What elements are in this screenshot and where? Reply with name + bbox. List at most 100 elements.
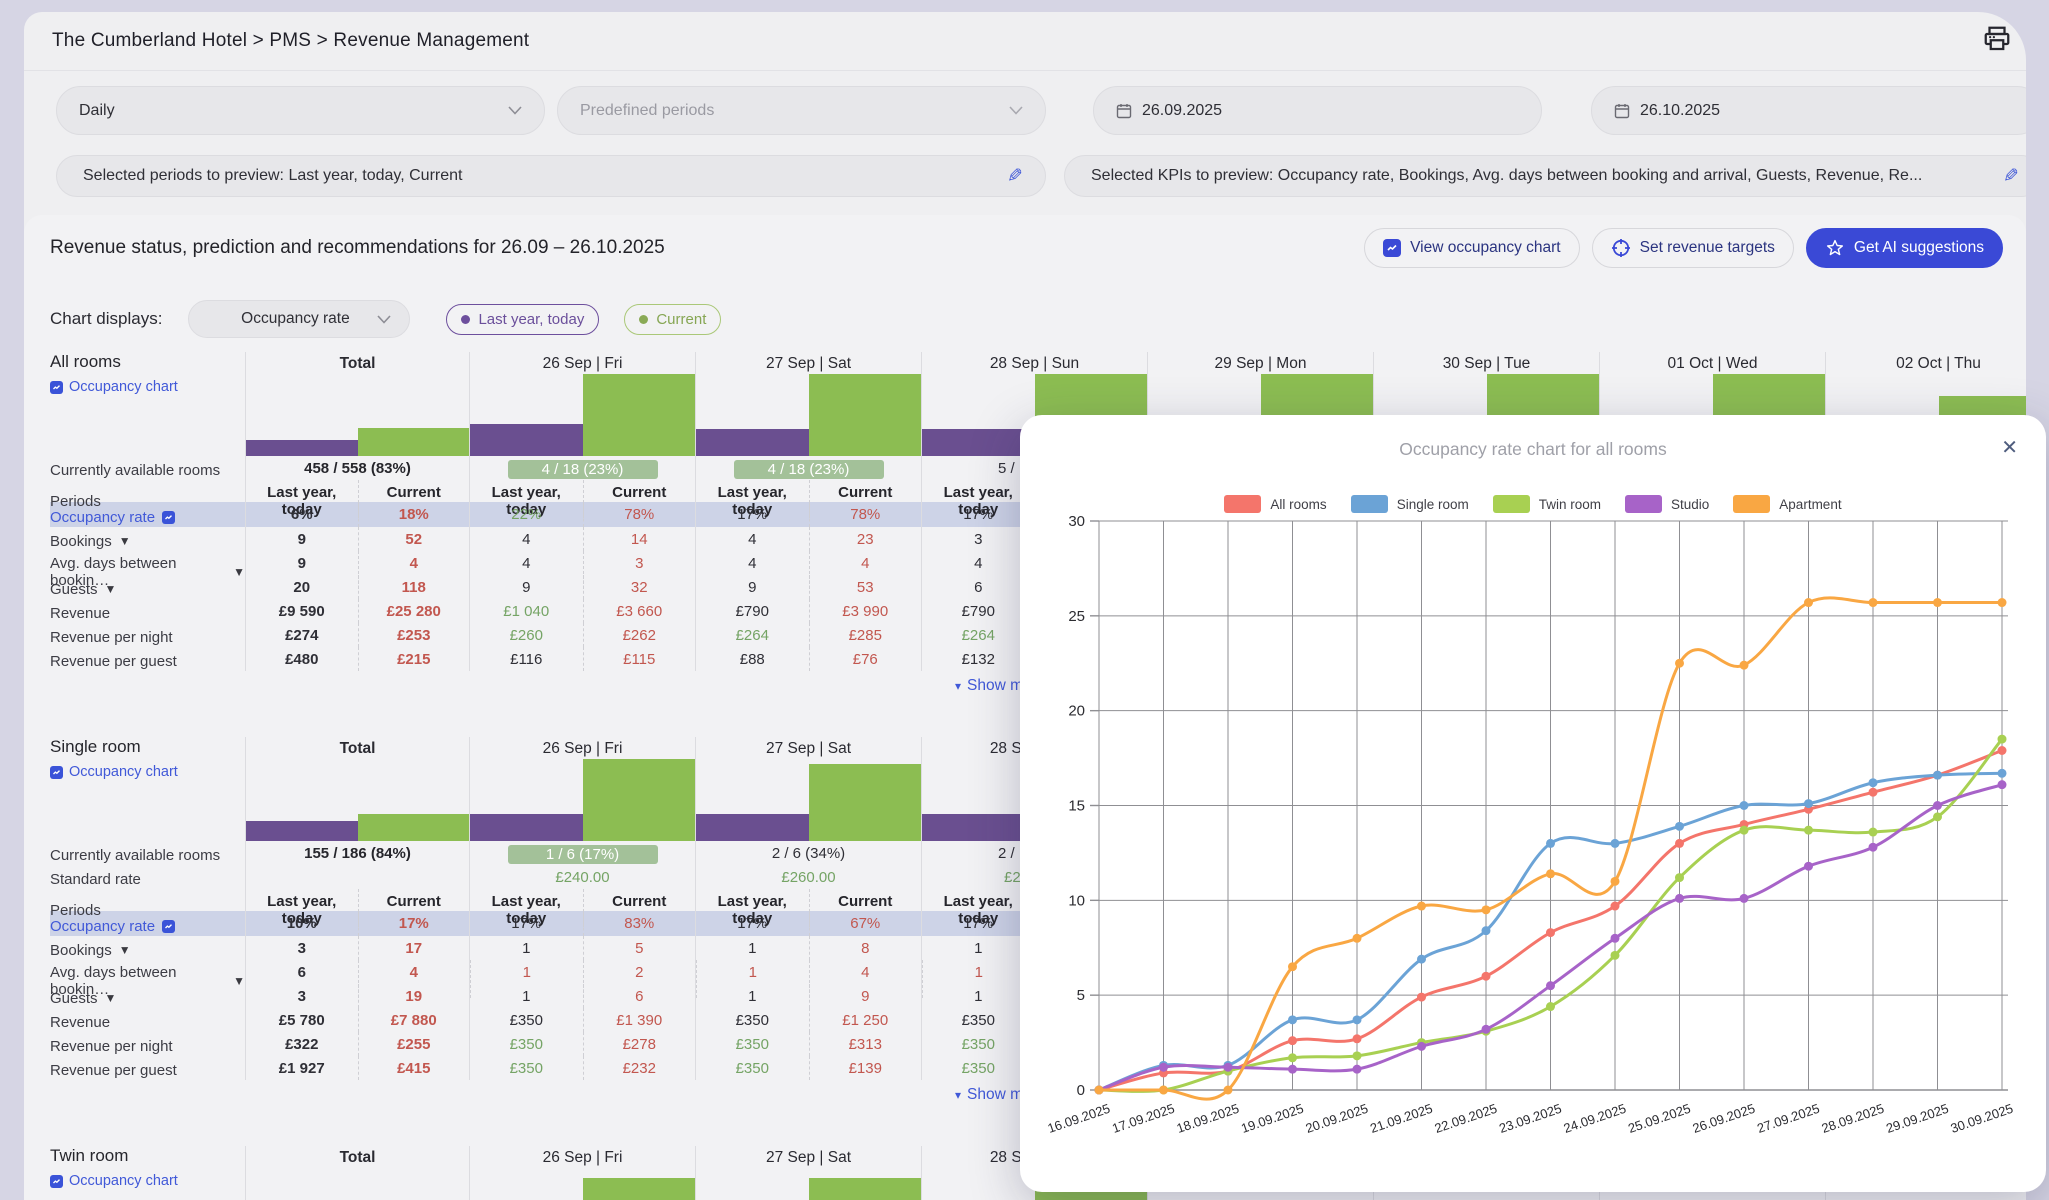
- last-year-bar: [246, 821, 358, 841]
- data-point: [1611, 839, 1620, 848]
- legend-pill-last-year[interactable]: Last year, today: [446, 304, 599, 335]
- kpi-subcells: 17%67%: [696, 911, 921, 936]
- kpi-value-last-year: £350: [922, 1056, 1035, 1080]
- edit-pen-icon[interactable]: ✎: [1007, 165, 1023, 188]
- predefined-periods-select[interactable]: Predefined periods: [557, 86, 1046, 135]
- kpi-label[interactable]: Occupancy rate: [50, 911, 245, 936]
- occupancy-line-chart: 05101520253016.09.202517.09.202518.09.20…: [1048, 511, 2028, 1183]
- kpi-value-current: £262: [583, 623, 696, 647]
- kpi-cell: £790£3 990: [695, 599, 921, 623]
- kpi-subcells: 15: [470, 936, 695, 960]
- kpi-value-current: 17%: [358, 911, 470, 936]
- kpi-subcells: £264£285: [696, 623, 921, 647]
- chart-displays-label: Chart displays:: [50, 309, 162, 329]
- view-occupancy-chart-label: View occupancy chart: [1410, 239, 1561, 257]
- data-point: [1804, 799, 1813, 808]
- kpi-label: Revenue: [50, 599, 245, 623]
- kpi-label[interactable]: Guests▼: [50, 575, 245, 599]
- data-point: [1675, 659, 1684, 668]
- kpi-cell: 19: [695, 984, 921, 1008]
- available-rooms-cell: 155 / 186 (84%): [245, 841, 469, 865]
- chart-metric-select[interactable]: Occupancy rate: [188, 300, 410, 338]
- kpi-subcells: £350£1 250: [696, 1008, 921, 1032]
- kpi-label[interactable]: Guests▼: [50, 984, 245, 1008]
- legend-pill-current[interactable]: Current: [624, 304, 721, 335]
- legend-pill-last-year-label: Last year, today: [478, 311, 584, 328]
- chart-controls: Chart displays: Occupancy rate Last year…: [50, 300, 721, 338]
- last-year-bar: [922, 814, 1035, 841]
- kpi-subcells: £274£253: [246, 623, 469, 647]
- kpi-value-current: £278: [583, 1032, 696, 1056]
- data-point: [1353, 1034, 1362, 1043]
- section-title: Revenue status, prediction and recommend…: [50, 237, 665, 259]
- caret-down-icon[interactable]: ▼: [119, 534, 131, 548]
- data-point: [1998, 746, 2007, 755]
- kpi-value-last-year: £350: [922, 1032, 1035, 1056]
- kpi-cell: 10%17%: [245, 911, 469, 936]
- get-ai-suggestions-button[interactable]: Get AI suggestions: [1806, 228, 2003, 268]
- selected-periods-text: Selected periods to preview: Last year, …: [79, 167, 1007, 185]
- available-rooms-cell: 1 / 6 (17%): [469, 841, 695, 865]
- date-to-field[interactable]: 26.10.2025: [1591, 86, 2026, 135]
- kpi-value-last-year: £132: [922, 647, 1035, 671]
- kpi-subcells: 17%83%: [470, 911, 695, 936]
- data-point: [1933, 801, 1942, 810]
- chart-metric-value: Occupancy rate: [213, 310, 377, 328]
- selected-kpis-bar: Selected KPIs to preview: Occupancy rate…: [1064, 155, 2026, 197]
- kpi-label[interactable]: Bookings▼: [50, 936, 245, 960]
- kpi-value-last-year: 1: [922, 936, 1035, 960]
- data-point: [1611, 934, 1620, 943]
- available-rooms-cell: 2 / 6 (34%): [695, 841, 921, 865]
- kpi-value-current: 67%: [809, 911, 922, 936]
- target-icon: [1611, 238, 1631, 258]
- svg-text:20: 20: [1068, 703, 1085, 720]
- occupancy-bars: [696, 759, 921, 841]
- kpi-value-last-year: 1: [696, 984, 809, 1008]
- kpi-cell: £1 040£3 660: [469, 599, 695, 623]
- kpi-subcells: 17%78%: [696, 502, 921, 527]
- data-point: [1998, 598, 2007, 607]
- date-from-field[interactable]: 26.09.2025: [1093, 86, 1542, 135]
- bar-cell: [245, 759, 469, 841]
- caret-down-icon[interactable]: ▼: [105, 991, 117, 1005]
- kpi-cell: £350£139: [695, 1056, 921, 1080]
- print-button[interactable]: [1978, 20, 2016, 58]
- kpi-subcells: £116£115: [470, 647, 695, 671]
- kpi-value-last-year: 17%: [696, 911, 809, 936]
- svg-text:19.09.2025: 19.09.2025: [1239, 1101, 1305, 1136]
- kpi-value-current: £255: [358, 1032, 470, 1056]
- kpi-value-current: 32: [583, 575, 696, 599]
- data-point: [1482, 905, 1491, 914]
- kpi-subcells: 20118: [246, 575, 469, 599]
- data-point: [1804, 826, 1813, 835]
- granularity-select[interactable]: Daily: [56, 86, 545, 135]
- caret-down-icon[interactable]: ▼: [105, 582, 117, 596]
- view-occupancy-chart-button[interactable]: View occupancy chart: [1364, 228, 1580, 268]
- kpi-label[interactable]: Occupancy rate: [50, 502, 245, 527]
- kpi-value-current: £313: [809, 1032, 922, 1056]
- caret-down-icon[interactable]: ▼: [119, 943, 131, 957]
- edit-pen-icon[interactable]: ✎: [2003, 165, 2019, 188]
- kpi-value-last-year: 6%: [246, 502, 358, 527]
- kpi-subcells: 932: [470, 575, 695, 599]
- kpi-cell: 423: [695, 527, 921, 551]
- set-revenue-targets-button[interactable]: Set revenue targets: [1592, 228, 1794, 268]
- room-type-name: All rooms: [50, 352, 245, 372]
- kpi-value-last-year: 9: [470, 575, 583, 599]
- header-band: The Cumberland Hotel > PMS > Revenue Man…: [24, 12, 2026, 71]
- kpi-subcells: 953: [696, 575, 921, 599]
- last-year-bar: [246, 440, 358, 456]
- star-icon: [1825, 238, 1845, 258]
- data-point: [1998, 735, 2007, 744]
- occupancy-bars: [246, 759, 469, 841]
- kpi-cell: £274£253: [245, 623, 469, 647]
- kpi-cell: 414: [469, 527, 695, 551]
- kpi-label[interactable]: Bookings▼: [50, 527, 245, 551]
- close-icon[interactable]: ✕: [1999, 433, 2020, 462]
- data-point: [1482, 926, 1491, 935]
- kpi-subcells: £88£76: [696, 647, 921, 671]
- kpi-subcells: £1 040£3 660: [470, 599, 695, 623]
- kpi-value-current: £25 280: [358, 599, 470, 623]
- data-point: [1740, 661, 1749, 670]
- kpi-value-current: 78%: [583, 502, 696, 527]
